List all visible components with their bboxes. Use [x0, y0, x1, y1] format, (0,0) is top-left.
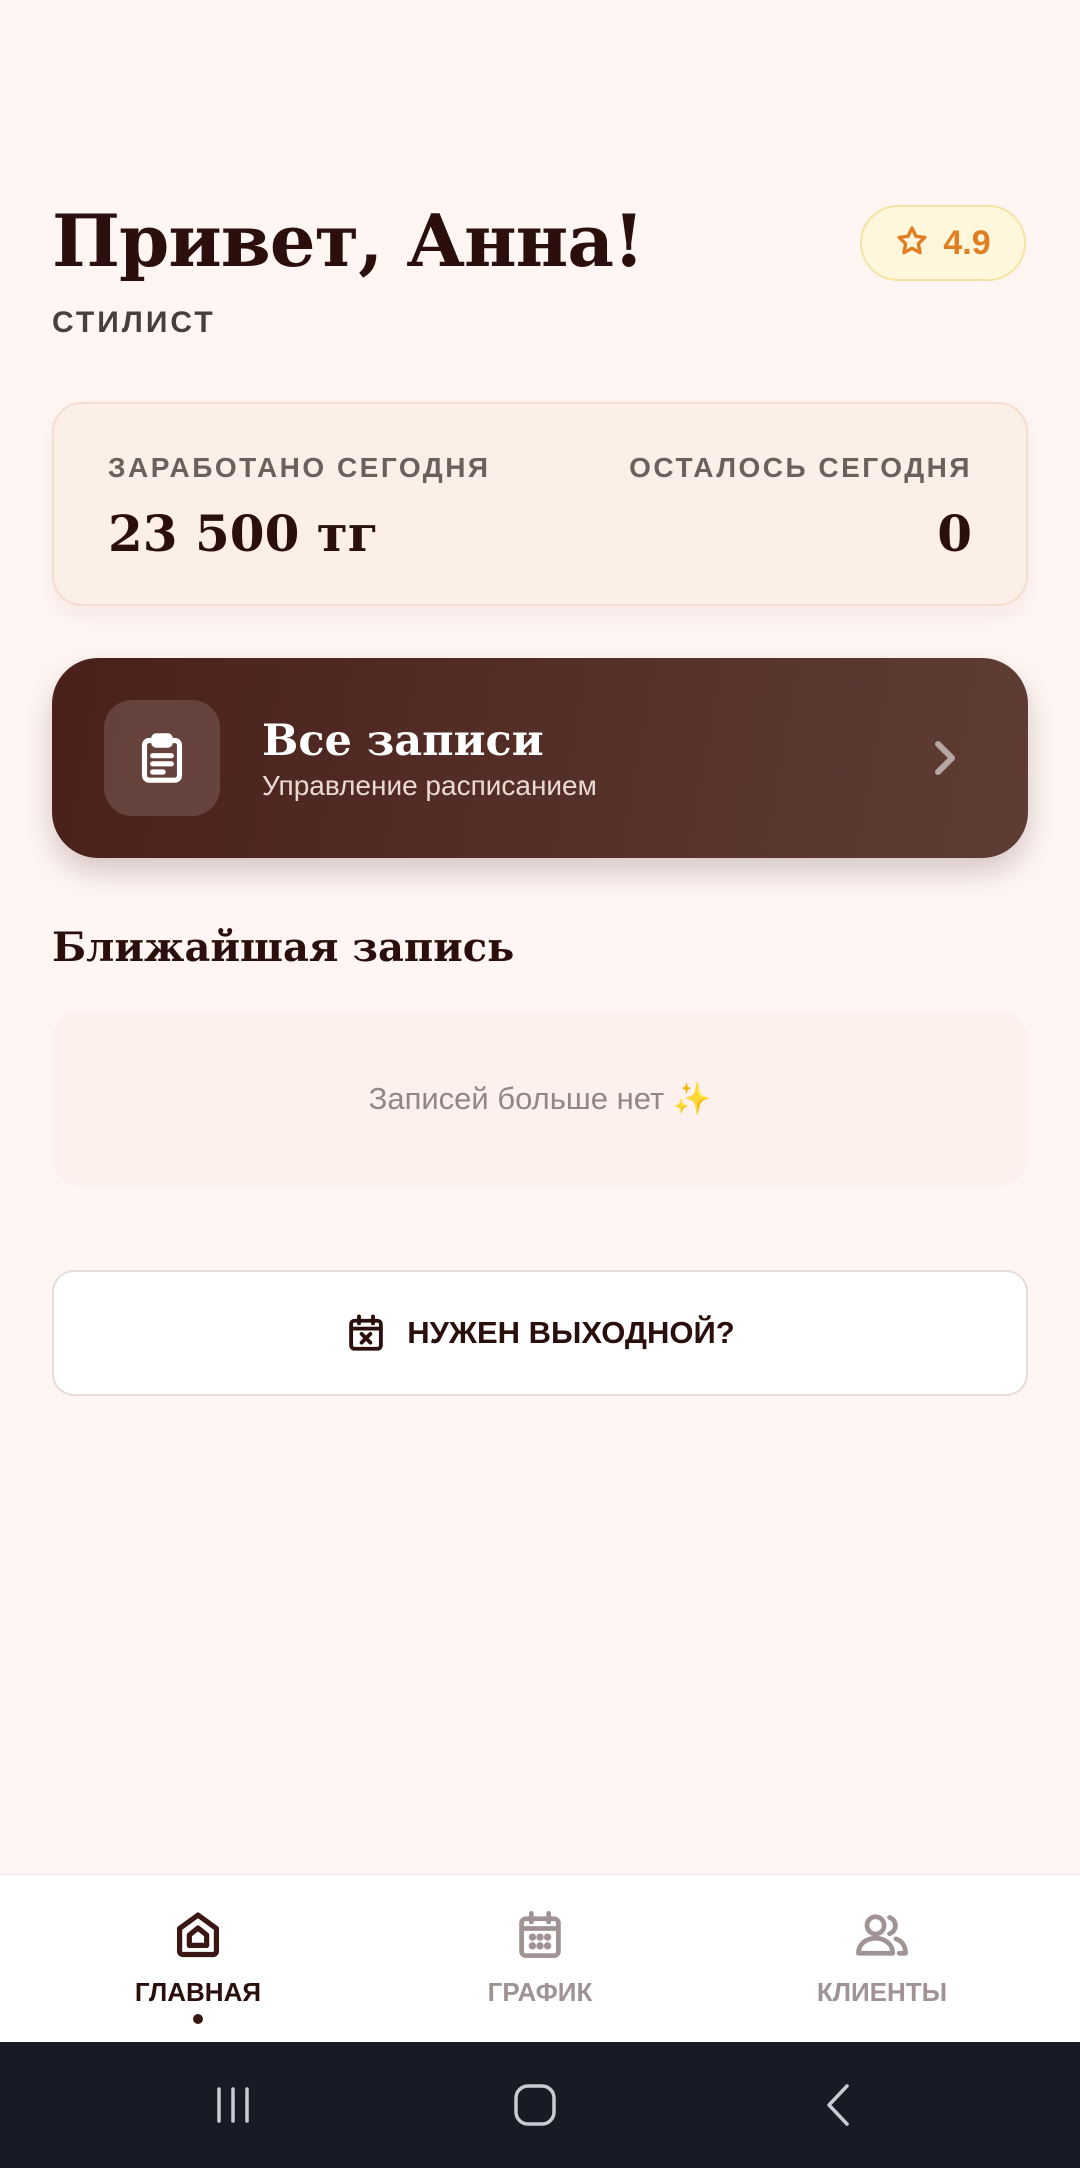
no-bookings-message: Записей больше нет ✨ — [52, 1010, 1028, 1186]
star-icon — [895, 224, 929, 263]
day-off-button[interactable]: НУЖЕН ВЫХОДНОЙ? — [52, 1270, 1028, 1396]
empty-state-text: Записей больше нет ✨ — [368, 1080, 712, 1116]
day-off-label: НУЖЕН ВЫХОДНОЙ? — [407, 1315, 735, 1350]
earned-today-label: ЗАРАБОТАНО СЕГОДНЯ — [108, 452, 491, 483]
clipboard-icon — [104, 700, 220, 816]
recent-apps-button[interactable] — [203, 2080, 263, 2130]
nav-home-label: ГЛАВНАЯ — [134, 1977, 262, 2007]
remaining-today-value: 0 — [937, 504, 972, 563]
users-icon — [852, 1907, 912, 1963]
bottom-nav: ГЛАВНАЯ ГРАФИК КЛИЕНТЫ — [0, 1874, 1080, 2043]
home-icon — [172, 1907, 224, 1963]
calendar-icon — [514, 1907, 566, 1963]
chevron-right-icon — [924, 734, 964, 787]
rating-badge[interactable]: 4.9 — [860, 205, 1026, 281]
nav-item-clients[interactable]: КЛИЕНТЫ — [712, 1875, 1052, 2043]
rating-value: 4.9 — [943, 223, 991, 262]
calendar-x-icon — [345, 1312, 387, 1354]
nav-clients-label: КЛИЕНТЫ — [816, 1977, 948, 2007]
greeting-title: Привет, Анна! — [52, 198, 645, 283]
remaining-today-label: ОСТАЛОСЬ СЕГОДНЯ — [629, 452, 972, 483]
active-indicator — [193, 2014, 203, 2024]
nav-item-schedule[interactable]: ГРАФИК — [370, 1875, 710, 2043]
home-system-button[interactable] — [505, 2080, 565, 2130]
nav-item-home[interactable]: ГЛАВНАЯ — [28, 1875, 368, 2043]
all-records-button[interactable]: Все записи Управление расписанием — [52, 658, 1028, 858]
back-system-button[interactable] — [808, 2080, 868, 2130]
all-records-subtitle: Управление расписанием — [262, 770, 597, 801]
user-role: СТИЛИСТ — [52, 306, 216, 339]
today-stats-card: ЗАРАБОТАНО СЕГОДНЯ 23 500 тг ОСТАЛОСЬ СЕ… — [52, 402, 1028, 606]
system-nav-bar — [0, 2042, 1080, 2168]
all-records-title: Все записи — [262, 716, 544, 766]
nav-schedule-label: ГРАФИК — [487, 1977, 593, 2007]
earned-today-value: 23 500 тг — [108, 504, 379, 563]
next-booking-title: Ближайшая запись — [52, 924, 515, 971]
